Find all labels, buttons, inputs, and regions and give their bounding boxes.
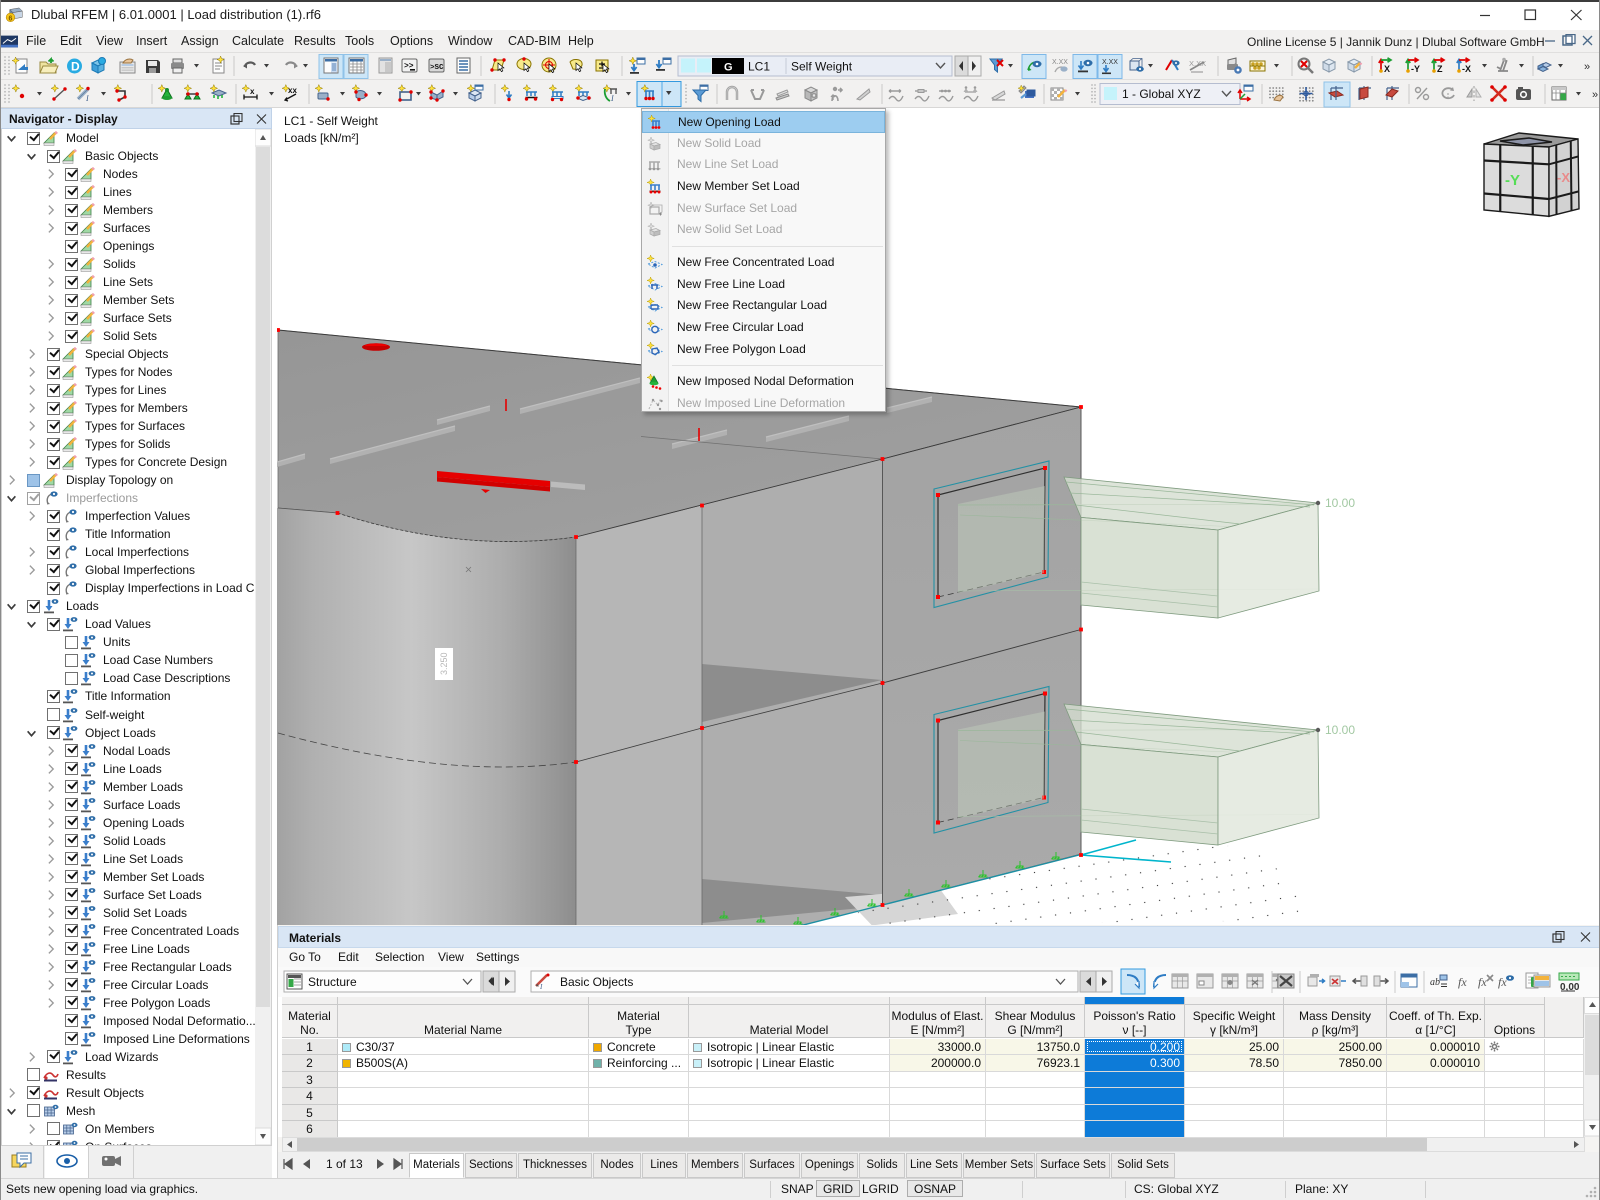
svg-text:fx: fx bbox=[1478, 975, 1487, 989]
svg-text:fx: fx bbox=[1458, 975, 1467, 989]
svg-text:Basic Objects: Basic Objects bbox=[560, 975, 633, 989]
svg-text:D: D bbox=[71, 60, 80, 74]
svg-text:Z: Z bbox=[1437, 64, 1443, 74]
svg-text:-Y: -Y bbox=[1411, 64, 1420, 74]
svg-text:10.00: 10.00 bbox=[1325, 723, 1355, 737]
svg-text:»: » bbox=[1584, 61, 1590, 73]
svg-text:>SC: >SC bbox=[430, 64, 444, 72]
svg-text:x: x bbox=[250, 87, 255, 96]
svg-text:I: I bbox=[85, 94, 89, 103]
svg-text:Structure: Structure bbox=[308, 975, 357, 989]
svg-text:3.250: 3.250 bbox=[439, 652, 449, 675]
svg-text:xx: xx bbox=[288, 86, 297, 95]
svg-text:X: X bbox=[1384, 64, 1390, 74]
svg-text:fx: fx bbox=[1498, 975, 1507, 989]
svg-text:-X: -X bbox=[1557, 170, 1570, 185]
svg-text:G: G bbox=[724, 62, 733, 74]
svg-text:1 - Global XYZ: 1 - Global XYZ bbox=[1122, 87, 1201, 101]
svg-text:-Y: -Y bbox=[1505, 172, 1520, 189]
svg-text:6: 6 bbox=[9, 16, 13, 23]
svg-text:-X: -X bbox=[1462, 64, 1471, 74]
svg-text:X.XX: X.XX bbox=[1102, 59, 1118, 66]
svg-text:ab: ab bbox=[1430, 977, 1440, 988]
svg-text:»: » bbox=[1592, 89, 1598, 101]
svg-text:X.XX: X.XX bbox=[1052, 59, 1068, 66]
svg-text:10.00: 10.00 bbox=[1325, 496, 1355, 510]
svg-text:LC1: LC1 bbox=[748, 60, 770, 74]
svg-text:1 of 13: 1 of 13 bbox=[326, 1157, 363, 1171]
svg-text:X.XX: X.XX bbox=[1189, 59, 1206, 68]
svg-text:I: I bbox=[610, 94, 614, 103]
svg-text:Self Weight: Self Weight bbox=[791, 60, 853, 74]
